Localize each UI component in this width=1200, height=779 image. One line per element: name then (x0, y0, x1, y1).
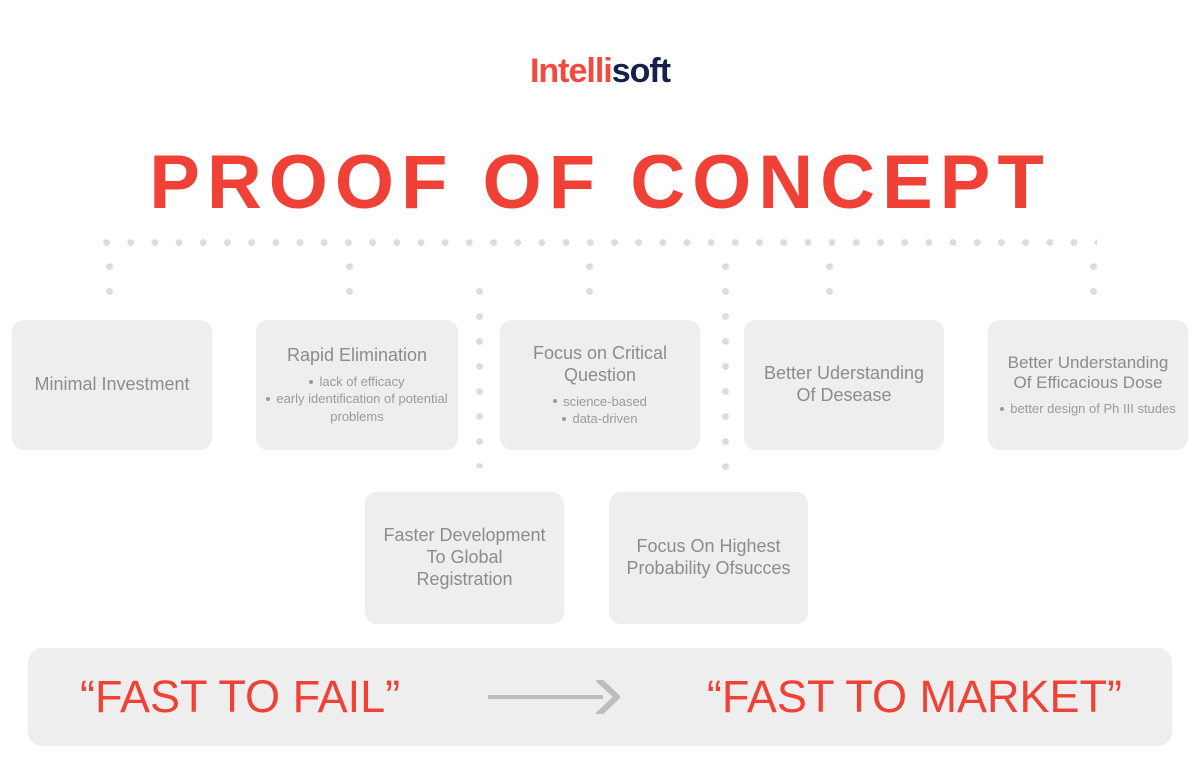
dotted-stub-4 (826, 263, 833, 297)
bullet-icon (266, 396, 271, 401)
poster-canvas: Intellisoft PROOF OF CONCEPT Minimal Inv… (0, 0, 1200, 779)
card-title: Better Uderstanding Of Desease (763, 363, 925, 405)
banner-text-left: “FAST TO FAIL” (80, 671, 401, 722)
logo-text-secondary: soft (611, 52, 671, 90)
bullet-icon (562, 416, 567, 421)
card-faster-development[interactable]: Faster Development To Global Registratio… (365, 492, 564, 624)
card-bullet-list: science-based data-driven (553, 393, 647, 427)
page-title: PROOF OF CONCEPT (149, 140, 1051, 225)
bullet-text: data-driven (572, 410, 638, 426)
dotted-stub-2 (346, 263, 353, 297)
bullet-icon (1000, 406, 1005, 411)
list-item: better design of Ph III studes (1000, 400, 1176, 417)
banner-text-right: “FAST TO MARKET” (706, 671, 1122, 722)
bullet-text: better design of Ph III studes (1010, 401, 1176, 417)
list-item: lack of efficacy (264, 373, 450, 390)
card-title: Focus on Critical Question (532, 342, 668, 385)
list-item: early identification of potential proble… (264, 390, 450, 424)
card-better-understanding-disease[interactable]: Better Uderstanding Of Desease (744, 320, 944, 450)
list-item: science-based (553, 393, 647, 410)
summary-banner: “FAST TO FAIL” “FAST TO MARKET” (28, 648, 1172, 746)
bullet-icon (309, 379, 314, 384)
card-title: Faster Development To Global Registratio… (383, 525, 546, 589)
card-highest-probability[interactable]: Focus On Highest Probability Ofsucces (609, 492, 808, 624)
dotted-rail-horizontal (103, 239, 1097, 246)
card-title: Better Understanding Of Efficacious Dose (1007, 352, 1169, 393)
arrow-right-icon (487, 680, 620, 714)
card-efficacious-dose[interactable]: Better Understanding Of Efficacious Dose… (988, 320, 1188, 450)
card-focus-critical-question[interactable]: Focus on Critical Question science-based… (500, 320, 700, 450)
dotted-stub-3 (586, 263, 593, 297)
bullet-text: science-based (563, 393, 647, 409)
card-title: Minimal Investment (34, 374, 190, 395)
card-title: Focus On Highest Probability Ofsucces (626, 536, 791, 578)
dotted-stub-1 (106, 263, 113, 297)
dotted-divider-left (476, 288, 483, 468)
bullet-text: early identification of potential proble… (276, 391, 448, 424)
card-rapid-elimination[interactable]: Rapid Elimination lack of efficacy early… (256, 320, 458, 450)
logo-text-primary: Intelli (529, 52, 613, 90)
list-item: data-driven (553, 410, 647, 427)
bullet-icon (553, 399, 558, 404)
dotted-stub-5 (1090, 263, 1097, 297)
dotted-divider-right (722, 263, 729, 471)
card-minimal-investment[interactable]: Minimal Investment (12, 320, 212, 450)
card-bullet-list: lack of efficacy early identification of… (264, 373, 450, 424)
brand-logo: Intellisoft (0, 52, 1200, 91)
bullet-text: lack of efficacy (319, 374, 405, 390)
card-title: Rapid Elimination (286, 345, 428, 366)
card-bullet-list: better design of Ph III studes (1000, 400, 1176, 417)
